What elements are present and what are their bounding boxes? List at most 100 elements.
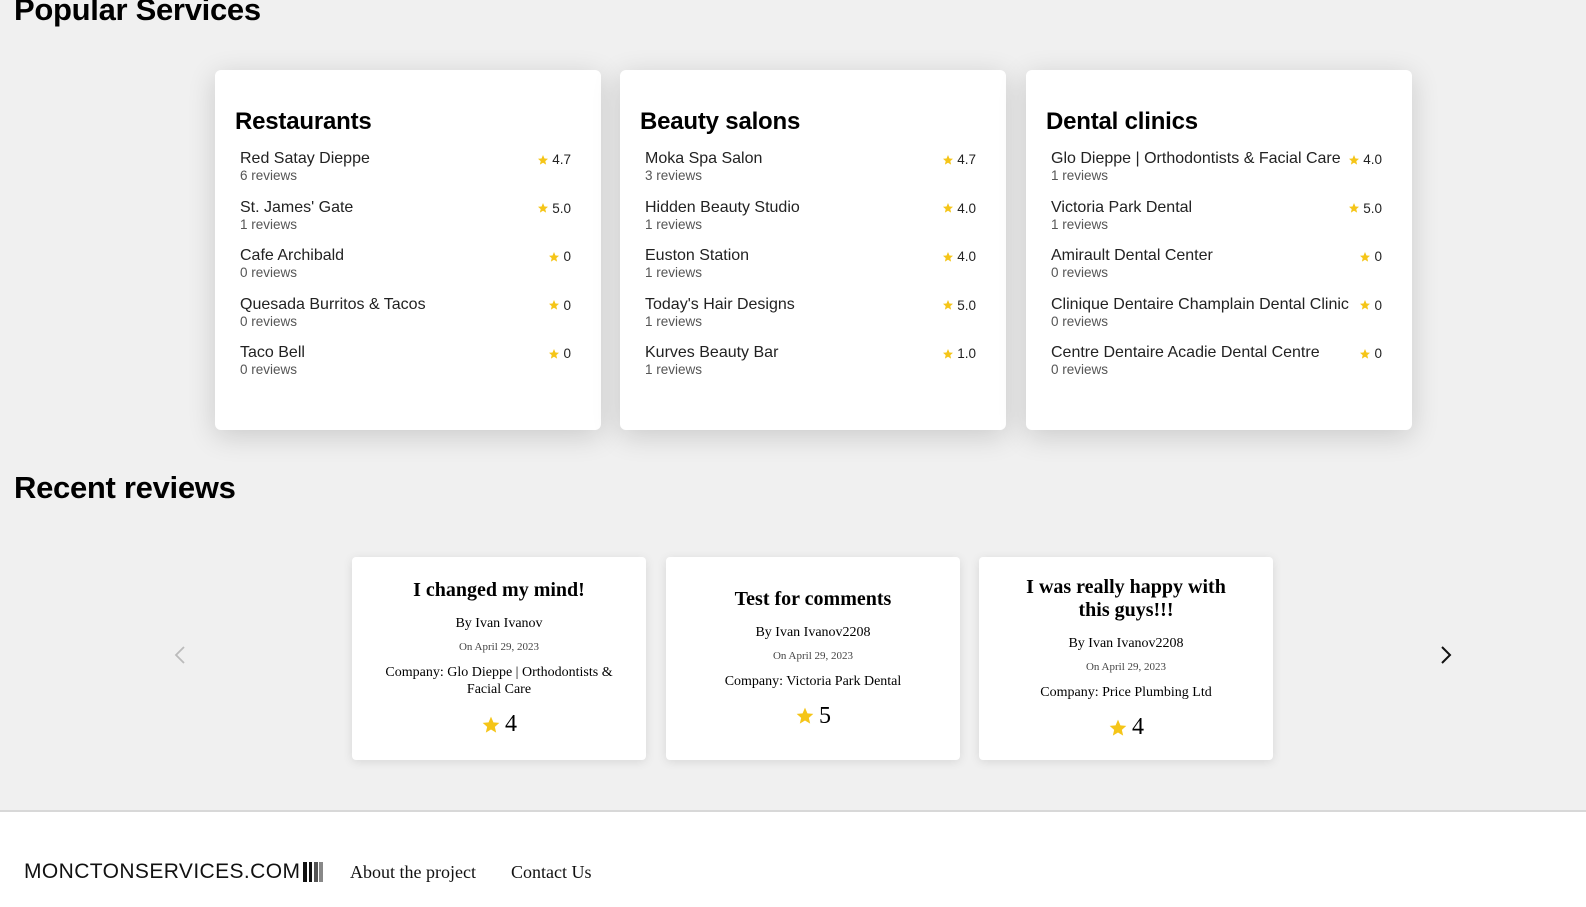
service-item[interactable]: Red Satay Dieppe 6 reviews 4.7	[235, 149, 581, 198]
service-item[interactable]: Cafe Archibald 0 reviews 0	[235, 246, 581, 295]
review-card[interactable]: I was really happy with this guys!!! By …	[979, 557, 1273, 760]
service-name[interactable]: Quesada Burritos & Tacos	[240, 295, 426, 314]
rating-value: 4.0	[957, 249, 976, 264]
rating-value: 4.0	[1363, 152, 1382, 167]
service-name[interactable]: Amirault Dental Center	[1051, 246, 1213, 265]
rating: 4.0	[942, 198, 976, 216]
review-date: On April 29, 2023	[1085, 661, 1167, 673]
service-name[interactable]: Today's Hair Designs	[645, 295, 795, 314]
rating: 5.0	[1348, 198, 1382, 216]
review-card[interactable]: I changed my mind! By Ivan Ivanov On Apr…	[352, 557, 646, 760]
rating-value: 5	[819, 702, 831, 729]
rating: 4.0	[942, 246, 976, 264]
service-item[interactable]: Hidden Beauty Studio 1 reviews 4.0	[640, 198, 986, 247]
service-item[interactable]: Taco Bell 0 reviews 0	[235, 343, 581, 392]
service-item[interactable]: Moka Spa Salon 3 reviews 4.7	[640, 149, 986, 198]
service-name[interactable]: Moka Spa Salon	[645, 149, 762, 168]
recent-reviews-title: Recent reviews	[14, 470, 236, 505]
carousel-next-button[interactable]	[1434, 643, 1458, 667]
service-name[interactable]: Clinique Dentaire Champlain Dental Clini…	[1051, 295, 1349, 314]
service-item[interactable]: St. James' Gate 1 reviews 5.0	[235, 198, 581, 247]
star-icon	[549, 300, 560, 310]
review-count: 0 reviews	[240, 265, 298, 280]
service-name[interactable]: Kurves Beauty Bar	[645, 343, 778, 362]
rating-value: 4.7	[552, 152, 571, 167]
service-name[interactable]: Victoria Park Dental	[1051, 198, 1192, 217]
rating-value: 0	[1374, 297, 1382, 313]
review-card[interactable]: Test for comments By Ivan Ivanov2208 On …	[666, 557, 960, 760]
review-title: I changed my mind!	[413, 579, 585, 601]
review-company: Company: Glo Dieppe | Orthodontists & Fa…	[385, 665, 613, 697]
service-name[interactable]: Euston Station	[645, 246, 749, 265]
star-icon	[796, 707, 814, 724]
chevron-left-icon	[174, 646, 185, 664]
category-card-dental-clinics: Dental clinics Glo Dieppe | Orthodontist…	[1026, 70, 1412, 430]
review-count: 0 reviews	[1051, 313, 1109, 329]
category-title[interactable]: Restaurants	[235, 108, 581, 136]
rating: 5.0	[537, 198, 571, 216]
star-icon	[538, 203, 549, 213]
star-icon	[1360, 348, 1371, 359]
service-item[interactable]: Kurves Beauty Bar 1 reviews 1.0	[640, 343, 986, 392]
review-title: I was really happy with this guys!!!	[1026, 576, 1226, 621]
brand-name: MONCTONSERVICES.COM	[24, 860, 301, 883]
rating-value: 4.7	[957, 152, 976, 167]
carousel-prev-button[interactable]	[168, 643, 192, 667]
service-item[interactable]: Victoria Park Dental 1 reviews 5.0	[1046, 198, 1392, 247]
star-icon	[943, 203, 954, 213]
review-author: By Ivan Ivanov	[455, 616, 543, 631]
star-icon	[1360, 251, 1371, 262]
service-item[interactable]: Clinique Dentaire Champlain Dental Clini…	[1046, 295, 1392, 344]
rating-value: 4.0	[957, 200, 976, 216]
review-count: 0 reviews	[1051, 362, 1109, 377]
service-name[interactable]: Hidden Beauty Studio	[645, 198, 800, 217]
review-count: 0 reviews	[240, 362, 298, 377]
star-icon	[1109, 719, 1127, 736]
service-item[interactable]: Today's Hair Designs 1 reviews 5.0	[640, 295, 986, 344]
rating: 4.7	[537, 149, 571, 167]
rating-value: 5.0	[552, 200, 571, 216]
star-icon	[1349, 203, 1360, 213]
rating-value: 0	[563, 249, 571, 264]
service-item[interactable]: Centre Dentaire Acadie Dental Centre 0 re…	[1046, 343, 1392, 392]
service-name[interactable]: Centre Dentaire Acadie Dental Centre	[1051, 343, 1320, 362]
review-rating: 4	[481, 711, 517, 738]
review-rating: 4	[1108, 714, 1144, 741]
contact-us-link[interactable]: Contact Us	[511, 862, 592, 883]
rating: 0	[1359, 295, 1382, 313]
popular-services-title: Popular Services	[14, 0, 261, 27]
rating-value: 5.0	[1363, 200, 1382, 216]
service-name[interactable]: Glo Dieppe | Orthodontists & Facial Care	[1051, 149, 1341, 168]
category-title[interactable]: Beauty salons	[640, 108, 986, 136]
service-name[interactable]: St. James' Gate	[240, 198, 353, 217]
review-count: 1 reviews	[1051, 216, 1109, 232]
review-company: Company: Price Plumbing Ltd	[1040, 685, 1212, 700]
service-name[interactable]: Taco Bell	[240, 343, 305, 362]
rating-value: 0	[563, 297, 571, 313]
rating: 0	[1359, 246, 1382, 264]
category-card-beauty-salons: Beauty salons Moka Spa Salon 3 reviews 4.…	[620, 70, 1006, 430]
service-name[interactable]: Cafe Archibald	[240, 246, 344, 265]
star-icon	[943, 300, 954, 310]
review-company: Company: Victoria Park Dental	[724, 673, 902, 689]
barcode-icon	[303, 862, 324, 882]
review-count: 1 reviews	[645, 216, 703, 232]
rating-value: 4	[1132, 714, 1144, 740]
review-count: 3 reviews	[645, 168, 703, 183]
category-title[interactable]: Dental clinics	[1046, 108, 1392, 136]
chevron-right-icon	[1441, 646, 1452, 664]
service-name[interactable]: Red Satay Dieppe	[240, 149, 370, 168]
rating-value: 1.0	[957, 346, 976, 361]
about-project-link[interactable]: About the project	[350, 862, 476, 883]
service-item[interactable]: Quesada Burritos & Tacos 0 reviews 0	[235, 295, 581, 344]
rating: 5.0	[942, 295, 976, 313]
service-item[interactable]: Amirault Dental Center 0 reviews 0	[1046, 246, 1392, 295]
review-date: On April 29, 2023	[772, 649, 854, 662]
star-icon	[1349, 154, 1360, 165]
service-item[interactable]: Glo Dieppe | Orthodontists & Facial Care…	[1046, 149, 1392, 198]
page: Popular Services Restaurants Red Satay D…	[0, 0, 1586, 907]
review-count: 1 reviews	[645, 265, 703, 280]
review-count: 0 reviews	[1051, 265, 1109, 280]
service-item[interactable]: Euston Station 1 reviews 4.0	[640, 246, 986, 295]
brand-logo[interactable]: MONCTONSERVICES.COM	[24, 860, 324, 884]
